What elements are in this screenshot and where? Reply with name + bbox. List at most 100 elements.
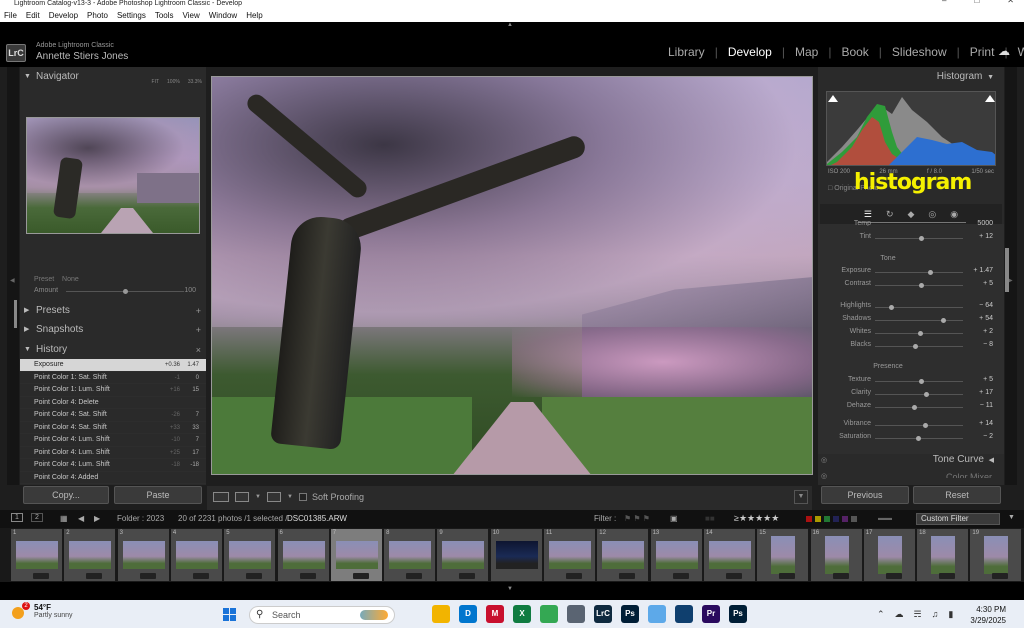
histogram-header[interactable]: Histogram ▼ bbox=[937, 71, 994, 82]
photos-icon[interactable] bbox=[648, 605, 666, 623]
top-panel-toggle-icon[interactable]: ▲ bbox=[507, 22, 513, 28]
history-item[interactable]: Point Color 4: Sat. Shift -26 7 bbox=[20, 409, 206, 422]
module-slideshow[interactable]: Slideshow bbox=[892, 45, 947, 59]
volume-icon[interactable]: ♫ bbox=[932, 609, 939, 620]
blacks-value[interactable]: − 8 bbox=[983, 341, 993, 348]
temp-value[interactable]: 5000 bbox=[977, 220, 993, 226]
zoom-100[interactable]: 100% bbox=[167, 73, 180, 91]
dehaze-value[interactable]: − 11 bbox=[980, 402, 993, 409]
color-mixer-header[interactable]: Color Mixer bbox=[946, 472, 992, 478]
menu-photo[interactable]: Photo bbox=[87, 11, 108, 20]
weather-widget[interactable]: 2 54°F Partly sunny bbox=[12, 602, 73, 619]
module-web[interactable]: Web bbox=[1018, 45, 1024, 59]
preset-value[interactable]: None bbox=[62, 276, 79, 283]
onedrive-icon[interactable]: ☁ bbox=[895, 609, 904, 620]
dehaze-slider-track[interactable] bbox=[875, 407, 963, 408]
blacks-slider-knob[interactable] bbox=[913, 344, 919, 349]
shadows-slider-track[interactable] bbox=[875, 320, 963, 321]
dell-icon[interactable]: D bbox=[459, 605, 477, 623]
exposure-value[interactable]: + 1.47 bbox=[973, 267, 993, 274]
filmstrip-thumbnail[interactable]: 17 bbox=[863, 529, 916, 581]
clear-history-icon[interactable]: × bbox=[196, 341, 201, 359]
tint-value[interactable]: + 12 bbox=[979, 233, 993, 240]
histogram-graph[interactable] bbox=[826, 91, 996, 166]
wifi-icon[interactable]: ☴ bbox=[914, 609, 922, 620]
history-item[interactable]: Point Color 4: Lum. Shift +25 17 bbox=[20, 447, 206, 459]
forward-arrow-icon[interactable]: ▶ bbox=[94, 514, 100, 523]
history-item[interactable]: Point Color 4: Lum. Shift -10 7 bbox=[20, 434, 206, 447]
filmstrip-thumbnail[interactable]: 7 bbox=[330, 529, 383, 581]
module-print[interactable]: Print bbox=[970, 45, 995, 59]
left-panel-edge[interactable]: ◀ bbox=[7, 67, 19, 485]
bottom-panel-toggle-icon[interactable]: ▼ bbox=[507, 586, 513, 592]
navigator-header[interactable]: ▼ Navigator FIT 100% 33.3% bbox=[20, 68, 206, 86]
vibrance-slider-track[interactable] bbox=[875, 425, 963, 426]
clarity-slider-knob[interactable] bbox=[924, 392, 930, 397]
previous-button[interactable]: Previous bbox=[821, 486, 909, 504]
cloud-sync-icon[interactable]: ☁ bbox=[998, 44, 1010, 58]
filmstrip-thumbnail[interactable]: 11 bbox=[544, 529, 596, 581]
tone-curve-visibility-icon[interactable]: ◎ bbox=[821, 456, 827, 464]
premiere-icon[interactable]: Pr bbox=[702, 605, 720, 623]
collapse-left-icon[interactable]: ◀ bbox=[10, 277, 15, 284]
vibrance-slider-knob[interactable] bbox=[923, 423, 929, 428]
red-label-filter[interactable] bbox=[806, 516, 812, 522]
right-panel-scrollbar[interactable] bbox=[1005, 248, 1009, 292]
dehaze-slider-knob[interactable] bbox=[911, 405, 917, 410]
excel-icon[interactable]: X bbox=[513, 605, 531, 623]
toolbar-content-menu-icon[interactable]: ▼ bbox=[794, 490, 808, 504]
highlight-clipping-icon[interactable] bbox=[985, 95, 995, 102]
history-item[interactable]: Exposure +0.36 1.47 bbox=[20, 359, 206, 372]
taskbar-search[interactable]: ⚲ Search bbox=[249, 606, 395, 624]
filmstrip-thumbnail[interactable]: 12 bbox=[597, 529, 650, 581]
whites-slider-knob[interactable] bbox=[917, 331, 923, 336]
amount-slider-knob[interactable] bbox=[123, 289, 128, 294]
back-arrow-icon[interactable]: ◀ bbox=[78, 514, 84, 523]
saturation-value[interactable]: − 2 bbox=[983, 433, 993, 440]
menu-edit[interactable]: Edit bbox=[26, 11, 40, 20]
filmstrip-thumbnail[interactable]: 4 bbox=[170, 529, 223, 581]
grid-view-icon[interactable]: ▦ bbox=[60, 514, 68, 523]
filmstrip-thumbnail[interactable]: 15 bbox=[757, 529, 810, 581]
lightroom-classic-icon[interactable]: LrC bbox=[594, 605, 612, 623]
masking-icon[interactable]: ◉ bbox=[950, 209, 958, 220]
zoom-33[interactable]: 33.3% bbox=[188, 73, 202, 91]
highlights-slider-knob[interactable] bbox=[888, 305, 894, 310]
before-after-icon[interactable] bbox=[235, 492, 249, 502]
history-item[interactable]: Point Color 1: Sat. Shift -1 0 bbox=[20, 372, 206, 384]
exposure-slider-track[interactable] bbox=[875, 272, 963, 273]
filmstrip-thumbnail[interactable]: 13 bbox=[650, 529, 703, 581]
close-icon[interactable]: ✕ bbox=[1007, 0, 1014, 5]
filmstrip-thumbnail[interactable]: 6 bbox=[277, 529, 330, 581]
module-library[interactable]: Library bbox=[668, 45, 705, 59]
blue-label-filter[interactable] bbox=[833, 516, 839, 522]
healing-icon[interactable]: ◆ bbox=[907, 209, 914, 220]
filmstrip-thumbnail[interactable]: 1 bbox=[11, 529, 63, 581]
filmstrip-thumbnail[interactable]: 5 bbox=[224, 529, 277, 581]
menu-settings[interactable]: Settings bbox=[117, 11, 146, 20]
file-explorer-icon[interactable] bbox=[432, 605, 450, 623]
lock-filter-icon[interactable]: ▬▬ bbox=[878, 515, 892, 522]
minimize-icon[interactable]: – bbox=[942, 0, 946, 5]
add-snapshot-icon[interactable]: + bbox=[196, 321, 201, 339]
filmstrip-thumbnail[interactable]: 10 bbox=[490, 529, 543, 581]
menu-tools[interactable]: Tools bbox=[155, 11, 174, 20]
history-item[interactable]: Point Color 4: Delete bbox=[20, 397, 206, 409]
snapshots-header[interactable]: ▶ Snapshots + bbox=[20, 321, 206, 339]
photoshop-icon[interactable]: Ps bbox=[621, 605, 639, 623]
filmstrip-thumbnail[interactable]: 16 bbox=[810, 529, 863, 581]
copy-settings-button[interactable]: Copy... bbox=[23, 486, 109, 504]
module-book[interactable]: Book bbox=[841, 45, 868, 59]
exposure-slider-knob[interactable] bbox=[927, 270, 933, 275]
main-photo-view[interactable] bbox=[211, 76, 813, 475]
custom-filter-dropdown[interactable]: Custom Filter bbox=[916, 513, 1000, 525]
history-item[interactable]: Point Color 1: Lum. Shift +16 15 bbox=[20, 384, 206, 397]
history-item[interactable]: Point Color 4: Sat. Shift +33 33 bbox=[20, 422, 206, 434]
before-after-menu-icon[interactable]: ▼ bbox=[255, 494, 261, 500]
folder-source[interactable]: Folder : 2023 bbox=[117, 514, 164, 523]
menu-develop[interactable]: Develop bbox=[49, 11, 78, 20]
main-window-button[interactable]: 1 bbox=[11, 513, 23, 522]
filmstrip-thumbnail[interactable]: 14 bbox=[703, 529, 756, 581]
contrast-slider-knob[interactable] bbox=[918, 283, 924, 288]
flag-filter-icons[interactable]: ⚑ ⚑ ⚑ bbox=[624, 514, 650, 523]
